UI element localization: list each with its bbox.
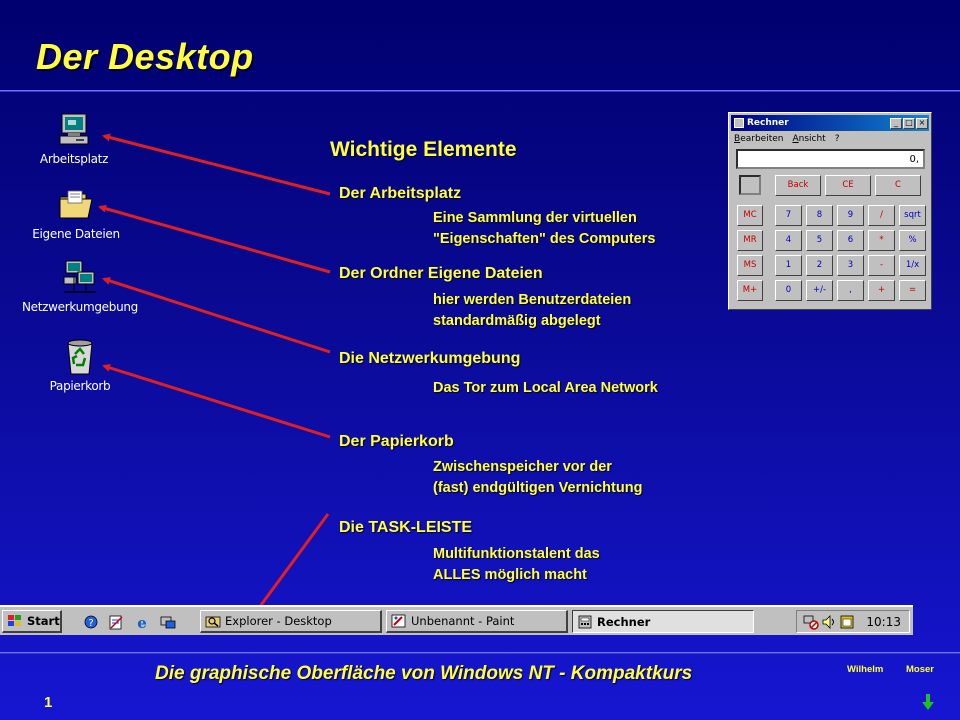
quicklaunch-outlook-icon[interactable] <box>160 614 176 630</box>
calculator-app-icon <box>734 118 744 128</box>
key-0[interactable]: 0 <box>775 280 802 301</box>
key-equals[interactable]: = <box>899 280 926 301</box>
bottom-divider <box>0 652 960 654</box>
key-8[interactable]: 8 <box>806 205 833 226</box>
svg-text:e: e <box>137 614 147 630</box>
key-4[interactable]: 4 <box>775 230 802 251</box>
minimize-button[interactable]: _ <box>890 117 902 129</box>
key-ms[interactable]: MS <box>737 255 763 276</box>
key-mc[interactable]: MC <box>737 205 763 226</box>
start-label: Start <box>27 614 60 628</box>
author-first-name: Wilhelm <box>847 664 884 675</box>
arrow-papierkorb <box>102 363 331 439</box>
key-negate[interactable]: +/- <box>806 280 833 301</box>
memory-indicator <box>739 175 761 195</box>
calculator-title: Rechner <box>747 118 789 128</box>
arrow-arbeitsplatz <box>102 133 331 196</box>
key-9[interactable]: 9 <box>837 205 864 226</box>
author-last-name: Moser <box>906 664 934 675</box>
task-unbenannt-paint[interactable]: Unbenannt - Paint <box>386 610 568 633</box>
start-button[interactable]: Start <box>2 610 62 633</box>
key-c[interactable]: C <box>875 175 921 196</box>
key-3[interactable]: 3 <box>837 255 864 276</box>
tray-clock[interactable]: 10:13 <box>866 615 901 629</box>
key-5[interactable]: 5 <box>806 230 833 251</box>
key-reciprocal[interactable]: 1/x <box>899 255 926 276</box>
quicklaunch-notepad-icon[interactable] <box>108 614 124 630</box>
quicklaunch-help-icon[interactable]: ? <box>83 614 99 630</box>
key-2[interactable]: 2 <box>806 255 833 276</box>
page-number: 1 <box>44 694 53 711</box>
footer-title: Die graphische Oberfläche von Windows NT… <box>155 663 693 684</box>
quicklaunch-internet-explorer-icon[interactable]: e <box>134 614 150 630</box>
key-mr[interactable]: MR <box>737 230 763 251</box>
key-6[interactable]: 6 <box>837 230 864 251</box>
close-button[interactable]: × <box>916 117 928 129</box>
calculator-display: 0, <box>736 149 925 169</box>
explorer-icon <box>205 616 221 628</box>
key-1[interactable]: 1 <box>775 255 802 276</box>
menu-help[interactable]: ? <box>835 134 840 144</box>
key-mplus[interactable]: M+ <box>737 280 763 301</box>
tray-scheduler-icon[interactable] <box>839 614 855 630</box>
taskbar: Start ? e Explorer - Desktop Unbenannt -… <box>0 605 913 635</box>
key-decimal[interactable]: , <box>837 280 864 301</box>
paint-icon <box>391 614 406 628</box>
system-tray: 10:13 <box>796 610 910 633</box>
svg-text:?: ? <box>88 618 93 629</box>
calculator-titlebar[interactable]: Rechner _ □ × <box>731 115 929 131</box>
menu-ansicht[interactable]: Ansicht <box>792 134 825 144</box>
menu-bearbeiten[interactable]: Bearbeiten <box>734 134 783 144</box>
key-ce[interactable]: CE <box>825 175 871 196</box>
key-plus[interactable]: + <box>868 280 895 301</box>
task-label: Rechner <box>597 614 651 629</box>
tray-network-icon[interactable] <box>803 614 819 630</box>
key-sqrt[interactable]: sqrt <box>899 205 926 226</box>
calculator-menubar: Bearbeiten Ansicht ? <box>729 133 931 145</box>
key-minus[interactable]: - <box>868 255 895 276</box>
arrow-netzwerkumgebung <box>102 277 331 354</box>
key-multiply[interactable]: * <box>868 230 895 251</box>
calculator-window[interactable]: Rechner _ □ × Bearbeiten Ansicht ? 0, Ba… <box>728 112 932 310</box>
key-divide[interactable]: / <box>868 205 895 226</box>
maximize-button[interactable]: □ <box>903 117 915 129</box>
task-explorer-desktop[interactable]: Explorer - Desktop <box>200 610 382 633</box>
key-7[interactable]: 7 <box>775 205 802 226</box>
task-label: Explorer - Desktop <box>225 614 332 628</box>
arrow-eigene-dateien <box>98 204 331 274</box>
calculator-icon <box>578 615 592 628</box>
tray-speaker-icon[interactable] <box>821 614 837 630</box>
task-rechner[interactable]: Rechner <box>572 610 754 633</box>
windows-logo-icon <box>8 615 21 626</box>
next-slide-arrow-icon[interactable] <box>920 693 936 711</box>
key-back[interactable]: Back <box>775 175 821 196</box>
task-label: Unbenannt - Paint <box>411 614 515 628</box>
key-percent[interactable]: % <box>899 230 926 251</box>
